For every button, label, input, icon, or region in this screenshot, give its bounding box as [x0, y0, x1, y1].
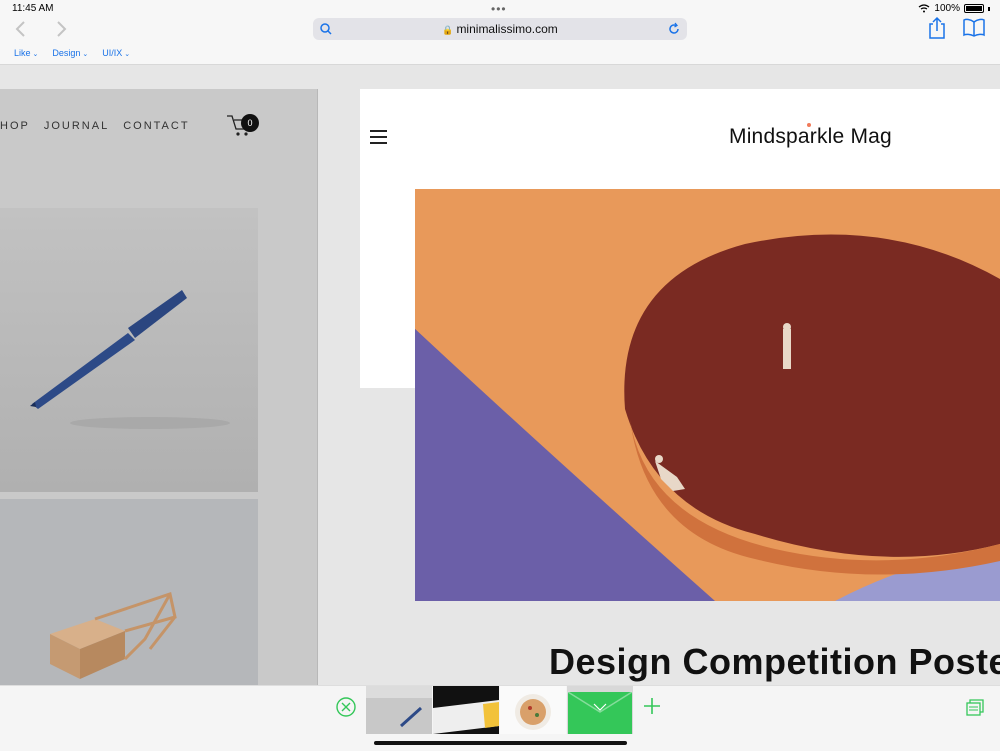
show-all-tabs-icon[interactable] [965, 697, 985, 717]
bookmark-label: Design [52, 48, 81, 58]
bookmark-folder-uiix[interactable]: UI/IX ⌄ [102, 48, 130, 58]
nav-item-contact[interactable]: CONTACT [123, 120, 189, 132]
new-tab-icon[interactable] [641, 695, 663, 717]
article-headline[interactable]: Design Competition Poste [549, 641, 1000, 683]
bookmarks-icon[interactable] [962, 18, 986, 38]
product-image-pen[interactable] [0, 208, 258, 492]
menu-icon[interactable] [370, 130, 387, 144]
site-nav: HOP JOURNAL CONTACT [0, 120, 204, 132]
tab-thumbnail-mail[interactable] [567, 686, 633, 734]
address-bar[interactable]: 🔒 minimalissimo.com [313, 18, 687, 40]
cart-count-badge: 0 [241, 114, 259, 132]
right-page-preview[interactable]: Mindsparkle Mag Design Competition Poste [360, 89, 1000, 685]
status-time: 11:45 AM [12, 3, 54, 14]
paper-roll-illustration [415, 189, 1000, 601]
forward-icon[interactable] [50, 18, 72, 40]
tab-thumbnail-books[interactable] [433, 686, 499, 734]
bookmark-folder-design[interactable]: Design ⌄ [52, 48, 88, 58]
battery-tip [988, 6, 990, 11]
tab-thumbnail-food[interactable] [500, 686, 566, 734]
tab-thumbnail-minimalissimo[interactable] [366, 686, 432, 734]
stand-illustration [0, 499, 258, 685]
tab-bar [0, 685, 1000, 751]
battery-icon [964, 4, 984, 13]
lock-icon: 🔒 [442, 25, 454, 35]
close-tab-icon[interactable] [335, 696, 357, 718]
wifi-icon [919, 4, 930, 13]
logo-accent-dot [807, 123, 811, 127]
chevron-down-icon: ⌄ [32, 51, 39, 58]
bookmark-folder-like[interactable]: Like ⌄ [14, 48, 38, 58]
thumbnail-image [366, 686, 432, 734]
chevron-down-icon: ⌄ [82, 51, 89, 58]
hero-image[interactable] [415, 189, 1000, 601]
status-bar: 11:45 AM ••• 100% [0, 0, 1000, 18]
nav-item-journal[interactable]: JOURNAL [44, 120, 109, 132]
pen-illustration [0, 208, 258, 492]
web-content: HOP JOURNAL CONTACT 0 Mindsparkle Mag De… [0, 65, 1000, 685]
thumbnail-image [500, 686, 566, 734]
site-logo[interactable]: Mindsparkle Mag [729, 125, 892, 149]
bookmark-label: Like [14, 48, 31, 58]
favorites-bar: Like ⌄ Design ⌄ UI/IX ⌄ [14, 48, 130, 58]
chevron-down-icon: ⌄ [124, 51, 131, 58]
url-label: minimalissimo.com [456, 22, 558, 36]
status-right: 100% [918, 3, 990, 14]
url-text: 🔒 minimalissimo.com [313, 22, 687, 36]
reload-icon[interactable] [667, 22, 681, 36]
back-icon[interactable] [10, 18, 32, 40]
nav-item-shop[interactable]: HOP [0, 120, 30, 132]
multitask-dots-icon[interactable]: ••• [491, 2, 507, 16]
product-image-stand[interactable] [0, 499, 258, 685]
bookmark-label: UI/IX [102, 48, 123, 58]
thumbnail-image [433, 686, 499, 734]
home-indicator[interactable] [374, 741, 627, 745]
share-icon[interactable] [927, 16, 947, 40]
left-page-preview[interactable]: HOP JOURNAL CONTACT 0 [0, 89, 318, 685]
battery-percent: 100% [934, 3, 960, 14]
thumbnail-image [567, 686, 633, 734]
